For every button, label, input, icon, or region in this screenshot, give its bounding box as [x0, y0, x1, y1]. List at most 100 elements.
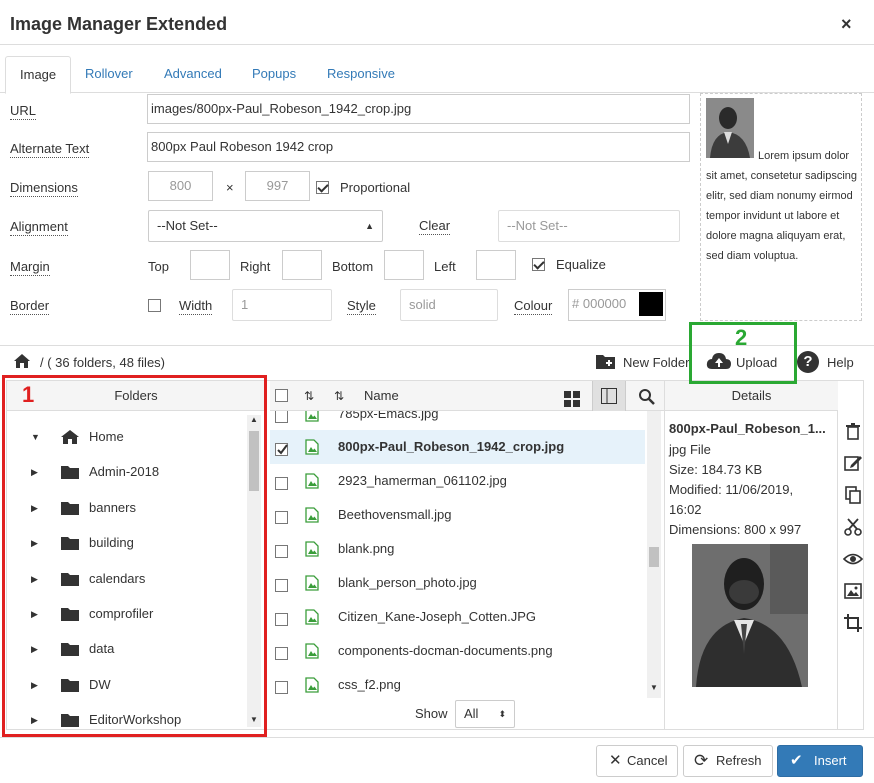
file-checkbox[interactable]: [275, 511, 288, 524]
cancel-label: Cancel: [627, 753, 668, 768]
image-edit-icon[interactable]: [843, 581, 863, 601]
margin-label: Margin: [10, 259, 50, 276]
refresh-button[interactable]: ⟳ Refresh: [683, 745, 773, 777]
crop-icon[interactable]: [843, 613, 863, 633]
margin-right-input[interactable]: [282, 250, 322, 280]
alt-text-input[interactable]: 800px Paul Robeson 1942 crop: [147, 132, 690, 162]
insert-label: Insert: [814, 753, 847, 768]
equalize-label: Equalize: [556, 257, 606, 272]
file-checkbox[interactable]: [275, 613, 288, 626]
proportional-checkbox[interactable]: [316, 181, 329, 194]
file-row[interactable]: 785px-Emacs.jpg: [270, 411, 645, 431]
file-checkbox[interactable]: [275, 681, 288, 694]
file-scroll-down-icon[interactable]: ▼: [650, 683, 658, 692]
details-file-type: jpg File: [669, 442, 711, 457]
annotation-marker-1: 1: [22, 382, 35, 407]
tab-rollover[interactable]: Rollover: [71, 56, 147, 92]
tab-popups[interactable]: Popups: [238, 56, 310, 92]
grid-view-icon[interactable]: [564, 388, 580, 407]
file-checkbox[interactable]: [275, 545, 288, 558]
select-arrows-icon: ▲: [365, 221, 374, 231]
file-scrollbar[interactable]: ▼: [647, 411, 661, 698]
show-label: Show: [415, 706, 448, 721]
tab-responsive[interactable]: Responsive: [313, 56, 409, 92]
home-icon[interactable]: [13, 353, 31, 369]
help-icon[interactable]: ?: [797, 351, 819, 373]
file-checkbox[interactable]: [275, 411, 288, 423]
image-file-icon: [305, 643, 319, 659]
border-colour-label: Colour: [514, 298, 553, 315]
preview-lorem-text: Lorem ipsum dolor sit amet, consetetur s…: [706, 150, 858, 262]
file-row[interactable]: components-docman-documents.png: [270, 634, 645, 668]
file-checkbox[interactable]: [275, 647, 288, 660]
url-label: URL: [10, 103, 37, 120]
border-width-select[interactable]: 1: [232, 289, 332, 321]
details-file-name: 800px-Paul_Robeson_1...: [669, 421, 826, 436]
border-label: Border: [10, 298, 50, 315]
border-style-select[interactable]: solid: [400, 289, 498, 321]
file-row[interactable]: css_f2.png: [270, 668, 645, 698]
image-file-icon: [305, 411, 319, 422]
details-file-size: Size: 184.73 KB: [669, 462, 763, 477]
image-file-icon: [305, 541, 319, 557]
tab-advanced[interactable]: Advanced: [150, 56, 236, 92]
file-row[interactable]: blank_person_photo.jpg: [270, 566, 645, 600]
file-name: css_f2.png: [338, 677, 401, 692]
margin-top-input[interactable]: [190, 250, 230, 280]
name-column-header[interactable]: Name: [364, 381, 399, 411]
file-scroll-thumb[interactable]: [649, 547, 659, 567]
alignment-select[interactable]: --Not Set-- ▲: [148, 210, 383, 242]
view-icon[interactable]: [842, 549, 864, 569]
search-icon[interactable]: [638, 387, 656, 405]
delete-icon[interactable]: [843, 421, 863, 441]
image-file-icon: [305, 507, 319, 523]
margin-bottom-input[interactable]: [384, 250, 424, 280]
image-file-icon: [305, 473, 319, 489]
show-value: All: [464, 706, 479, 721]
insert-button[interactable]: ✔ Insert: [777, 745, 863, 777]
help-button[interactable]: Help: [827, 355, 854, 370]
colour-swatch[interactable]: [639, 292, 663, 316]
tab-image[interactable]: Image: [5, 56, 72, 94]
cut-icon[interactable]: [843, 517, 863, 537]
cancel-icon: ✕: [609, 752, 622, 769]
details-view-icon[interactable]: [592, 381, 626, 411]
new-folder-icon[interactable]: [595, 352, 617, 370]
breadcrumb-path: / ( 36 folders, 48 files): [40, 355, 165, 370]
copy-icon[interactable]: [843, 485, 863, 505]
equalize-checkbox[interactable]: [532, 258, 545, 271]
file-row[interactable]: Beethovensmall.jpg: [270, 498, 645, 532]
width-input[interactable]: 800: [148, 171, 213, 201]
cancel-button[interactable]: ✕ Cancel: [596, 745, 678, 777]
details-preview-image: [692, 544, 808, 687]
rename-icon[interactable]: [843, 453, 863, 473]
clear-select[interactable]: --Not Set--: [498, 210, 680, 242]
header-divider: [0, 44, 874, 45]
show-select[interactable]: All ⬍: [455, 700, 515, 728]
details-dimensions: Dimensions: 800 x 997: [669, 522, 802, 537]
file-row[interactable]: 800px-Paul_Robeson_1942_crop.jpg: [270, 430, 645, 464]
annotation-box-1: [2, 375, 267, 737]
sort-ext-icon[interactable]: ⇅: [304, 381, 314, 411]
border-checkbox[interactable]: [148, 299, 161, 312]
colour-hash: #: [572, 296, 580, 311]
url-input[interactable]: images/800px-Paul_Robeson_1942_crop.jpg: [147, 94, 690, 124]
file-row[interactable]: blank.png: [270, 532, 645, 566]
file-checkbox[interactable]: [275, 477, 288, 490]
margin-left-input[interactable]: [476, 250, 516, 280]
file-name: 785px-Emacs.jpg: [338, 411, 439, 421]
file-row[interactable]: Citizen_Kane-Joseph_Cotten.JPG: [270, 600, 645, 634]
margin-left-label: Left: [434, 259, 456, 274]
new-folder-button[interactable]: New Folder: [623, 355, 689, 370]
footer-divider: [0, 737, 874, 738]
height-input[interactable]: 997: [245, 171, 310, 201]
file-name: 2923_hamerman_061102.jpg: [338, 473, 507, 488]
file-name: components-docman-documents.png: [338, 643, 553, 658]
file-checkbox[interactable]: [275, 579, 288, 592]
select-all-checkbox[interactable]: [275, 389, 288, 402]
close-icon[interactable]: ×: [841, 14, 852, 35]
sort-name-icon[interactable]: ⇅: [334, 381, 344, 411]
file-checkbox[interactable]: [275, 443, 288, 456]
file-name: Beethovensmall.jpg: [338, 507, 452, 522]
file-row[interactable]: 2923_hamerman_061102.jpg: [270, 464, 645, 498]
